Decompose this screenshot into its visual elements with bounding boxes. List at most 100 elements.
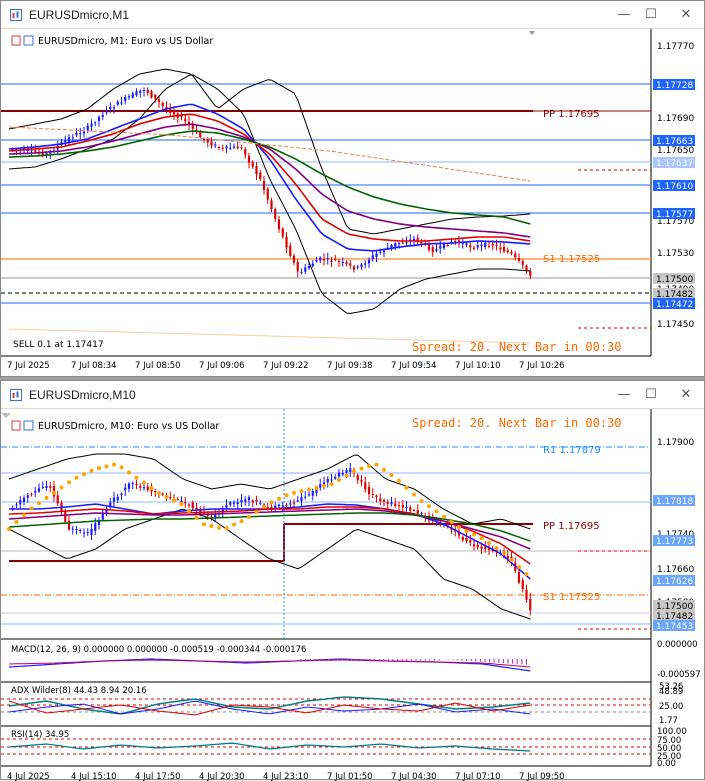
- parabolic-sar-dot: [344, 473, 349, 478]
- candle-body: [86, 125, 89, 131]
- candle-body: [319, 257, 322, 261]
- candle-body: [225, 146, 228, 149]
- close-button[interactable]: ✕: [676, 6, 696, 24]
- candle-body: [525, 589, 528, 600]
- price-tag: 1.17663: [656, 137, 693, 147]
- candle-body: [304, 267, 307, 272]
- candle-body: [465, 537, 468, 542]
- candle-body: [240, 499, 243, 503]
- candle-body: [427, 244, 431, 250]
- macd-tick: -0.000597: [657, 670, 701, 680]
- chart-window-icon: [10, 389, 22, 401]
- candle-body: [386, 501, 389, 504]
- chart-icon-1: [11, 420, 21, 431]
- chart-header: EURUSDmicro, M10: Euro vs US Dollar: [38, 421, 219, 432]
- candle-body: [30, 493, 33, 495]
- price-chart-m1[interactable]: EURUSDmicro, M1: Euro vs US Dollar Sprea…: [1, 29, 704, 376]
- price-tag: 1.17773: [656, 537, 693, 547]
- candle-body: [405, 506, 408, 509]
- parabolic-sar-dot: [479, 536, 484, 541]
- candle-body: [154, 94, 157, 99]
- candle-body: [221, 147, 224, 149]
- parabolic-sar-dot: [307, 487, 311, 492]
- candle-body: [210, 141, 213, 146]
- parabolic-sar-dot: [337, 478, 341, 483]
- parabolic-sar-dot: [284, 493, 289, 498]
- candle-body: [371, 255, 374, 260]
- candle-body: [26, 495, 29, 498]
- candle-body: [266, 507, 269, 509]
- candle-body: [229, 502, 232, 505]
- parabolic-sar-dot: [194, 515, 199, 520]
- time-label: 7 Jul 10:10: [455, 361, 501, 371]
- minimize-button[interactable]: —: [614, 6, 634, 24]
- parabolic-sar-dot: [232, 522, 236, 527]
- chart-header: EURUSDmicro, M1: Euro vs US Dollar: [38, 36, 213, 47]
- parabolic-sar-dot: [359, 466, 364, 471]
- candle-body: [236, 502, 239, 505]
- candle-body: [337, 472, 341, 477]
- minimize-button[interactable]: —: [614, 386, 634, 404]
- candle-body: [75, 132, 78, 136]
- candle-body: [416, 510, 419, 514]
- candle-body: [266, 188, 269, 200]
- candle-body: [142, 90, 146, 92]
- candle-body: [420, 513, 423, 515]
- candle-body: [367, 259, 371, 264]
- candle-body: [394, 243, 397, 247]
- candle-body: [469, 245, 472, 248]
- price-chart-m10[interactable]: EURUSDmicro, M10: Euro vs US Dollar Spre…: [1, 409, 704, 781]
- parabolic-sar-dot: [149, 486, 154, 491]
- candle-body: [285, 236, 288, 248]
- maximize-button[interactable]: ☐: [641, 386, 661, 404]
- spread-label: Spread: 20. Next Bar in 00:30: [412, 340, 622, 354]
- parabolic-sar-dot: [44, 495, 49, 500]
- parabolic-sar-dot: [419, 498, 424, 503]
- candle-body: [82, 532, 86, 534]
- parabolic-sar-dot: [37, 501, 41, 506]
- parabolic-sar-dot: [29, 506, 34, 511]
- candle-body: [67, 137, 71, 142]
- candle-body: [487, 245, 491, 247]
- candle-body: [349, 263, 352, 266]
- candle-body: [206, 139, 209, 143]
- candle-body: [120, 102, 123, 104]
- candle-body: [397, 505, 401, 507]
- candle-body: [34, 150, 37, 152]
- chart-icon-1: [11, 35, 21, 46]
- parabolic-sar-dot: [292, 490, 296, 495]
- candle-body: [112, 497, 116, 502]
- price-tag: 1.17626: [656, 577, 693, 587]
- candle-body: [131, 93, 134, 98]
- maximize-button[interactable]: ☐: [641, 6, 661, 24]
- candle-body: [277, 504, 281, 507]
- price-tick: 1.17530: [657, 249, 694, 259]
- candle-body: [19, 499, 22, 505]
- candle-body: [82, 131, 86, 134]
- candle-body: [356, 266, 359, 268]
- chart-icon-2: [23, 420, 34, 431]
- candle-body: [292, 255, 296, 263]
- candle-body: [124, 487, 127, 491]
- candle-body: [127, 483, 131, 489]
- parabolic-sar-dot: [134, 475, 139, 480]
- candle-body: [431, 247, 434, 253]
- parabolic-sar-dot: [472, 532, 476, 537]
- candle-body: [364, 482, 367, 490]
- parabolic-sar-dot: [524, 572, 529, 576]
- candle-body: [232, 502, 236, 504]
- parabolic-sar-dot: [7, 527, 11, 531]
- candle-body: [529, 598, 532, 611]
- window-titlebar[interactable]: EURUSDmicro,M10 — ☐ ✕: [1, 381, 704, 409]
- candle-body: [341, 473, 344, 475]
- parabolic-sar-dot: [464, 529, 469, 534]
- candle-body: [247, 497, 251, 501]
- candle-body: [326, 258, 329, 260]
- parabolic-sar-dot: [397, 478, 401, 483]
- candle-body: [472, 247, 476, 249]
- candle-body: [90, 528, 93, 536]
- window-titlebar[interactable]: EURUSDmicro,M1 — ☐ ✕: [1, 1, 704, 29]
- close-button[interactable]: ✕: [676, 386, 696, 404]
- parabolic-sar-dot: [142, 480, 146, 485]
- time-label: 7 Jul 10:26: [519, 361, 565, 371]
